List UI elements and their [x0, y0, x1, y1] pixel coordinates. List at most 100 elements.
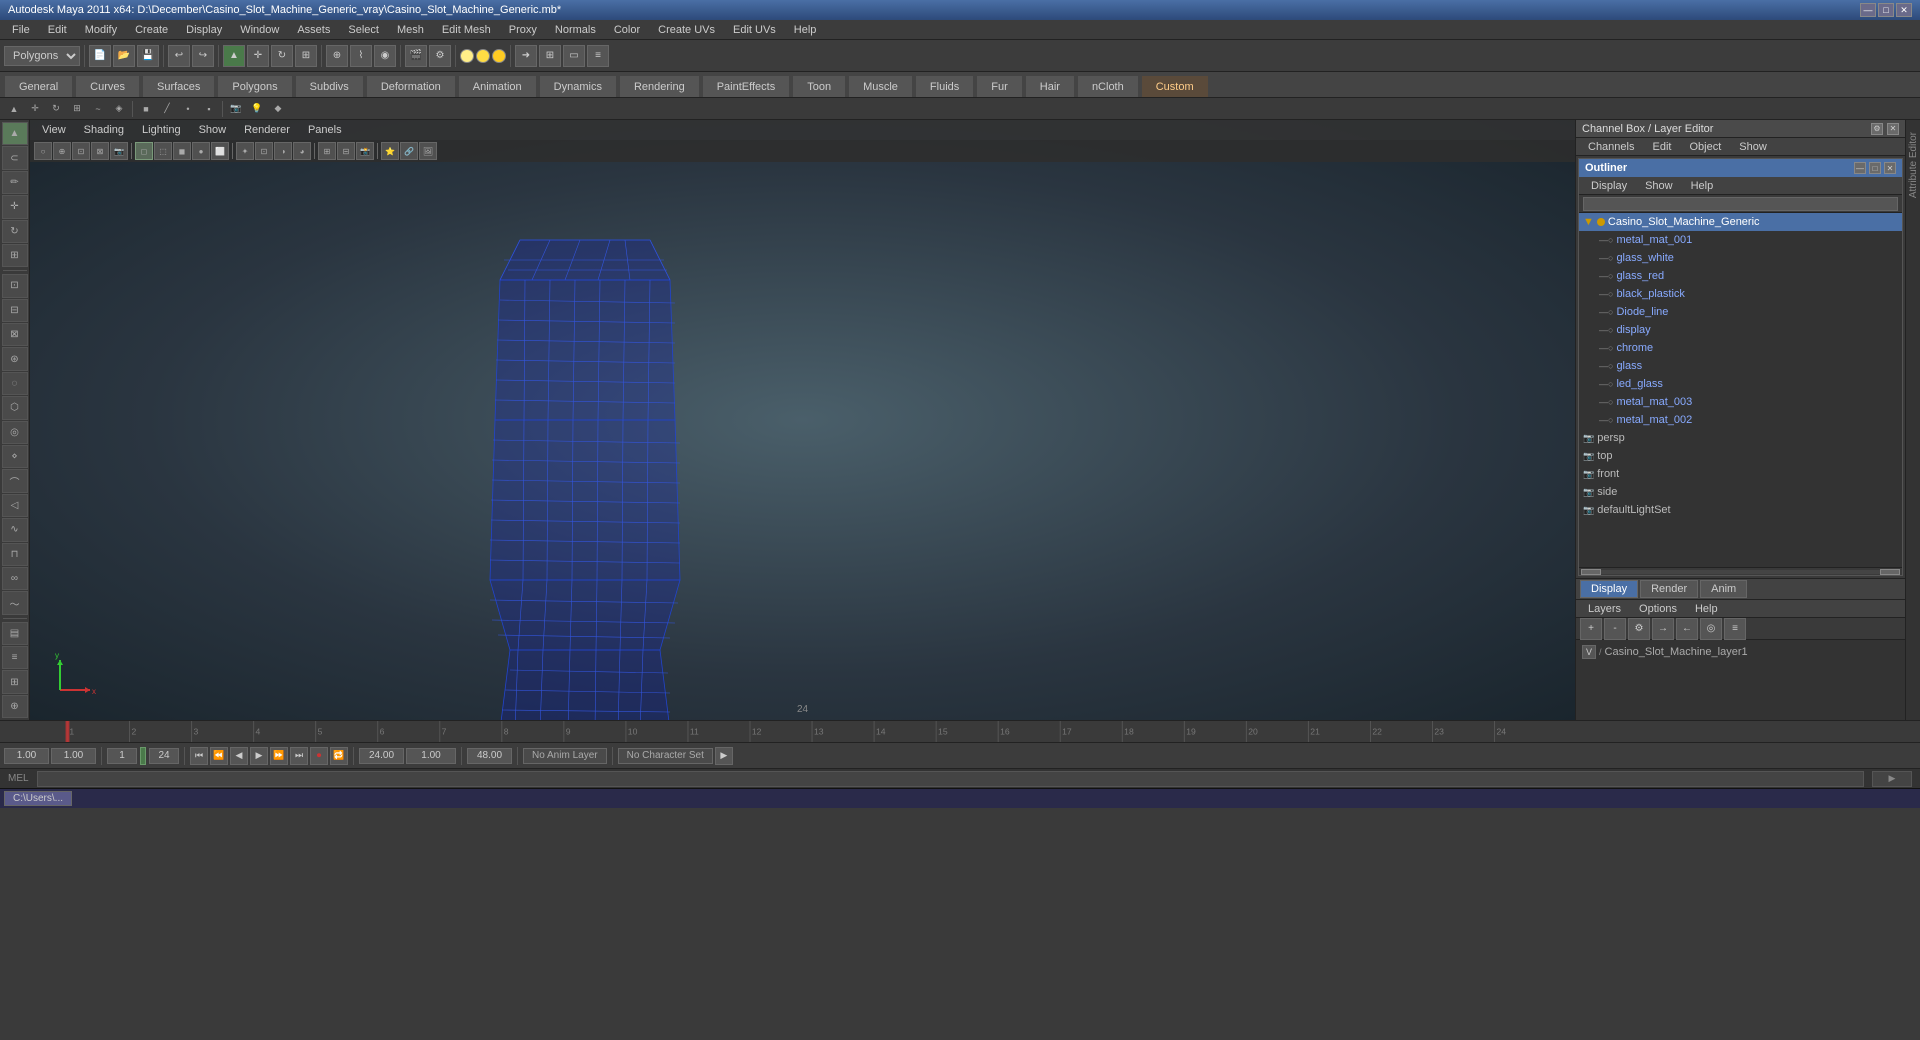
channel-box-close-button[interactable]: ✕ [1887, 123, 1899, 135]
delete-layer-button[interactable]: - [1604, 618, 1626, 640]
layer-help-menu[interactable]: Help [1687, 601, 1726, 617]
vp-bounding-button[interactable]: ⬜ [211, 142, 229, 160]
outliner-item-top[interactable]: 📷 top [1579, 447, 1902, 465]
outliner-item-default-light-set[interactable]: 📷 defaultLightSet [1579, 501, 1902, 519]
attribute-editor-button[interactable]: ≡ [587, 45, 609, 67]
outliner-item-side[interactable]: 📷 side [1579, 483, 1902, 501]
cb-edit-menu[interactable]: Edit [1644, 139, 1679, 155]
show-layers-button[interactable]: ▤ [2, 622, 28, 645]
channel-control-button[interactable]: ⊞ [2, 670, 28, 693]
menu-mesh[interactable]: Mesh [389, 22, 432, 38]
snap-point-button[interactable]: ◉ [374, 45, 396, 67]
outliner-root-item[interactable]: ▼ Casino_Slot_Machine_Generic [1579, 213, 1902, 231]
tab-muscle[interactable]: Muscle [848, 75, 913, 97]
tab-subdivs[interactable]: Subdivs [295, 75, 364, 97]
go-end-button[interactable]: ⏭ [290, 747, 308, 765]
outliner-item-diode-line[interactable]: —○ Diode_line [1579, 303, 1902, 321]
anim-end-input[interactable] [467, 748, 512, 764]
outliner-item-glass[interactable]: —○ glass [1579, 357, 1902, 375]
vp-grid-button[interactable]: ⊟ [337, 142, 355, 160]
sculpt-tool[interactable]: ◌ [2, 372, 28, 395]
q-scale-button[interactable]: ⊞ [67, 100, 87, 118]
outliner-display-menu[interactable]: Display [1583, 178, 1635, 194]
vp-tex-button[interactable]: ⊡ [255, 142, 273, 160]
range-start-input[interactable] [51, 748, 96, 764]
layers-menu[interactable]: Layers [1580, 601, 1629, 617]
menu-normals[interactable]: Normals [547, 22, 604, 38]
layer-remove-sel-button[interactable]: ← [1676, 618, 1698, 640]
q-light-button[interactable]: 💡 [247, 100, 267, 118]
sine-tool[interactable]: ∿ [2, 518, 28, 541]
menu-create[interactable]: Create [127, 22, 176, 38]
vp-shadows-button[interactable]: ◑ [274, 142, 292, 160]
rotate-tool-button[interactable]: ↻ [271, 45, 293, 67]
snap-grid-button[interactable]: ⊕ [326, 45, 348, 67]
menu-create-uvs[interactable]: Create UVs [650, 22, 723, 38]
vp-frame-sel-button[interactable]: ⊠ [91, 142, 109, 160]
rotate-tool-left[interactable]: ↻ [2, 220, 28, 243]
outliner-hscroll-right[interactable] [1880, 569, 1900, 575]
show-ui-button[interactable]: ⊞ [539, 45, 561, 67]
menu-edit-uvs[interactable]: Edit UVs [725, 22, 784, 38]
playback-end-input[interactable] [149, 748, 179, 764]
mel-run-button[interactable]: ▶ [1872, 771, 1912, 787]
q-mat-button[interactable]: ◆ [268, 100, 288, 118]
q-face-button[interactable]: ▪ [199, 100, 219, 118]
vp-sel-hier-button[interactable]: ⊕ [53, 142, 71, 160]
bend-tool[interactable]: ⌒ [2, 469, 28, 492]
loop-button[interactable]: 🔁 [330, 747, 348, 765]
outliner-item-glass-red[interactable]: —○ glass_red [1579, 267, 1902, 285]
outliner-item-display[interactable]: —○ display [1579, 321, 1902, 339]
layer-tab-anim[interactable]: Anim [1700, 580, 1747, 598]
menu-select[interactable]: Select [340, 22, 387, 38]
vp-wire-button[interactable]: ◻ [135, 142, 153, 160]
render-button[interactable]: 🎬 [405, 45, 427, 67]
vp-sel-obj-button[interactable]: ○ [34, 142, 52, 160]
tab-curves[interactable]: Curves [75, 75, 140, 97]
q-select-button[interactable]: ▲ [4, 100, 24, 118]
tab-hair[interactable]: Hair [1025, 75, 1075, 97]
menu-edit-mesh[interactable]: Edit Mesh [434, 22, 499, 38]
snap-curve-button[interactable]: ⌇ [350, 45, 372, 67]
tab-painteffects[interactable]: PaintEffects [702, 75, 791, 97]
tab-fur[interactable]: Fur [976, 75, 1023, 97]
move-tool-button[interactable]: ✛ [247, 45, 269, 67]
tab-deformation[interactable]: Deformation [366, 75, 456, 97]
lasso-tool[interactable]: ⊂ [2, 146, 28, 169]
outliner-item-black-plastick[interactable]: —○ black_plastick [1579, 285, 1902, 303]
scale-tool-left[interactable]: ⊞ [2, 244, 28, 267]
arrow-select-button[interactable]: ➜ [515, 45, 537, 67]
q-poly-select-button[interactable]: ■ [136, 100, 156, 118]
split-poly-tool[interactable]: ⊠ [2, 323, 28, 346]
maximize-button[interactable]: □ [1878, 3, 1894, 17]
outliner-hscroll-left[interactable] [1581, 569, 1601, 575]
menu-edit[interactable]: Edit [40, 22, 75, 38]
outliner-search-input[interactable] [1583, 197, 1898, 211]
layer-attr-button[interactable]: ≡ [1724, 618, 1746, 640]
playback-start-input[interactable] [107, 748, 137, 764]
hide-ui-button[interactable]: ▭ [563, 45, 585, 67]
open-button[interactable]: 📂 [113, 45, 135, 67]
cb-object-menu[interactable]: Object [1681, 139, 1729, 155]
hypergraph-button[interactable]: ⊕ [2, 695, 28, 718]
tab-fluids[interactable]: Fluids [915, 75, 974, 97]
paint-skin-tool[interactable]: ⬡ [2, 396, 28, 419]
vp-shading-menu[interactable]: Shading [76, 122, 132, 138]
extrude-tool[interactable]: ⊡ [2, 274, 28, 297]
menu-file[interactable]: File [4, 22, 38, 38]
outliner-item-glass-white[interactable]: —○ glass_white [1579, 249, 1902, 267]
show-attrs-button[interactable]: ≡ [2, 646, 28, 669]
vp-lighting-menu[interactable]: Lighting [134, 122, 189, 138]
save-button[interactable]: 💾 [137, 45, 159, 67]
menu-proxy[interactable]: Proxy [501, 22, 545, 38]
squash-tool[interactable]: ⊓ [2, 543, 28, 566]
layer-tab-display[interactable]: Display [1580, 580, 1638, 598]
twist-tool[interactable]: ∞ [2, 567, 28, 590]
outliner-help-menu[interactable]: Help [1683, 178, 1722, 194]
taskbar-maya-button[interactable]: C:\Users\... [4, 791, 72, 806]
vp-hud-button[interactable]: ⊞ [318, 142, 336, 160]
viewport[interactable]: View Shading Lighting Show Renderer Pane… [30, 120, 1575, 720]
flare-tool[interactable]: ◁ [2, 494, 28, 517]
outliner-item-led-glass[interactable]: —○ led_glass [1579, 375, 1902, 393]
range-end-display[interactable] [359, 748, 404, 764]
